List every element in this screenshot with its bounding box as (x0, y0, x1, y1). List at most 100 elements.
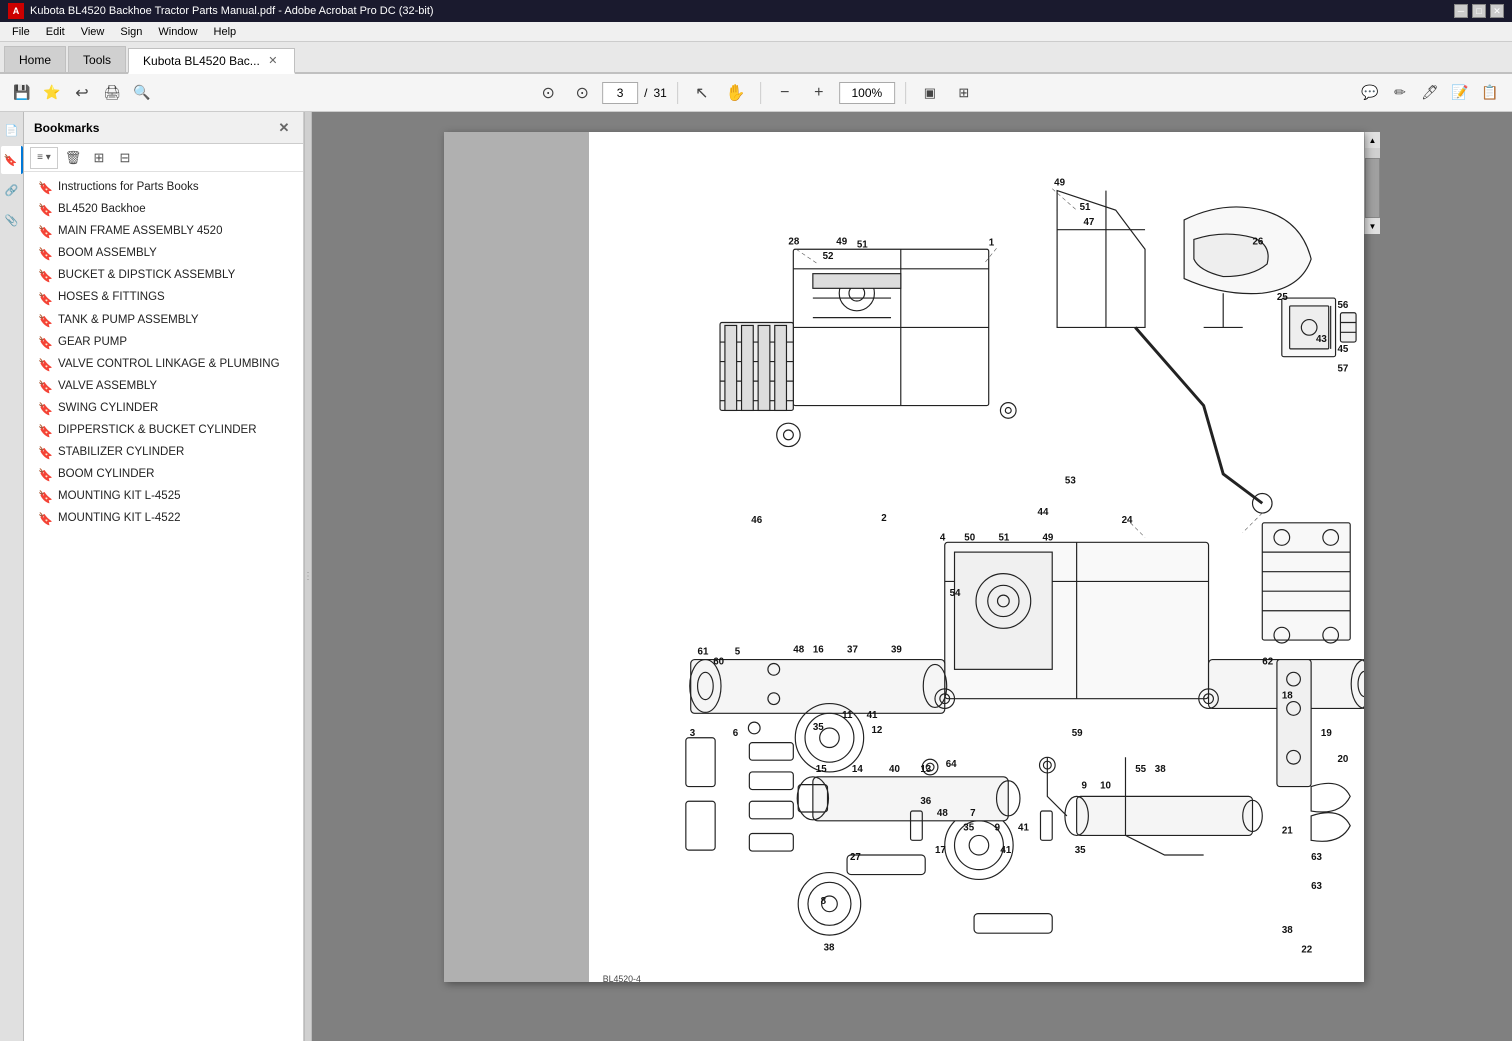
bookmark-item-bl4520[interactable]: 🔖 BL4520 Backhoe (24, 198, 303, 220)
bookmark-icon-mounting-4525: 🔖 (38, 489, 52, 503)
svg-text:4: 4 (940, 532, 946, 543)
save-button[interactable]: 💾 (8, 80, 36, 106)
bookmark-item-boom[interactable]: 🔖 BOOM ASSEMBLY (24, 242, 303, 264)
zoom-in-button[interactable]: + (805, 80, 833, 106)
svg-text:36: 36 (920, 796, 931, 807)
comment-button[interactable]: 💬 (1356, 80, 1384, 106)
panel-splitter[interactable]: ⋮ (304, 112, 312, 1041)
sticky-note-button[interactable]: 📝 (1446, 80, 1474, 106)
bookmark-item-hoses[interactable]: 🔖 HOSES & FITTINGS (24, 286, 303, 308)
svg-text:64: 64 (946, 759, 957, 770)
bookmark-item-valve[interactable]: 🔖 VALVE ASSEMBLY (24, 375, 303, 397)
bookmark-item-instructions[interactable]: 🔖 Instructions for Parts Books (24, 176, 303, 198)
tab-home[interactable]: Home (4, 46, 66, 72)
sidebar-icon-links[interactable]: 🔗 (1, 176, 23, 204)
right-scrollbar[interactable]: ▲ ▼ (1364, 132, 1380, 234)
two-page-view-button[interactable]: ⊞ (950, 80, 978, 106)
draw-button[interactable]: 🖊 (1416, 80, 1444, 106)
prev-page-button[interactable]: ⊙ (534, 80, 562, 106)
svg-text:54: 54 (950, 588, 961, 599)
bookmark-item-mounting-4525[interactable]: 🔖 MOUNTING KIT L-4525 (24, 485, 303, 507)
menu-file[interactable]: File (4, 24, 38, 40)
bookmark-item-boom-cylinder[interactable]: 🔖 BOOM CYLINDER (24, 463, 303, 485)
menu-bar: File Edit View Sign Window Help (0, 22, 1512, 42)
back-button[interactable]: ↩ (68, 80, 96, 106)
scrollbar-up-button[interactable]: ▲ (1365, 132, 1380, 148)
menu-help[interactable]: Help (206, 24, 245, 40)
svg-text:18: 18 (1282, 691, 1293, 702)
svg-text:35: 35 (963, 823, 974, 834)
svg-text:53: 53 (1065, 476, 1076, 487)
bookmark-item-valve-control[interactable]: 🔖 VALVE CONTROL LINKAGE & PLUMBING (24, 353, 303, 375)
minimize-button[interactable]: ─ (1454, 4, 1468, 18)
bookmark-label-hoses: HOSES & FITTINGS (58, 289, 293, 305)
bookmark-item-gear[interactable]: 🔖 GEAR PUMP (24, 331, 303, 353)
app-icon: A (8, 3, 24, 19)
bookmarks-delete-button[interactable]: 🗑 (62, 147, 84, 169)
print-button[interactable]: 🖨 (98, 80, 126, 106)
sidebar-icon-pages[interactable]: 📄 (1, 116, 23, 144)
highlight-button[interactable]: ✏ (1386, 80, 1414, 106)
menu-edit[interactable]: Edit (38, 24, 73, 40)
sidebar-icon-bookmarks[interactable]: 🔖 (1, 146, 23, 174)
bookmark-label-mainframe: MAIN FRAME ASSEMBLY 4520 (58, 223, 293, 239)
svg-text:BL4520-4: BL4520-4 (603, 974, 641, 982)
bookmark-item-swing[interactable]: 🔖 SWING CYLINDER (24, 397, 303, 419)
bookmarks-close-button[interactable]: ✕ (275, 119, 293, 137)
pdf-area[interactable]: 28 49 51 52 49 51 47 1 26 25 56 43 45 (312, 112, 1512, 1041)
select-tool-button[interactable]: ↖ (688, 80, 716, 106)
bookmarks-header: Bookmarks ✕ (24, 112, 303, 144)
svg-text:21: 21 (1282, 825, 1293, 836)
single-page-view-button[interactable]: ▣ (916, 80, 944, 106)
bookmark-item-tank[interactable]: 🔖 TANK & PUMP ASSEMBLY (24, 309, 303, 331)
bookmarks-collapse-button[interactable]: ⊟ (114, 147, 136, 169)
bookmark-icon-swing: 🔖 (38, 401, 52, 415)
svg-text:15: 15 (816, 764, 827, 775)
zoom-out-button[interactable]: − (771, 80, 799, 106)
bookmark-label-valve: VALVE ASSEMBLY (58, 378, 293, 394)
tab-tools[interactable]: Tools (68, 46, 126, 72)
bookmark-label-mounting-4522: MOUNTING KIT L-4522 (58, 510, 293, 526)
bookmarks-expand-button[interactable]: ⊞ (88, 147, 110, 169)
scrollbar-thumb[interactable] (1365, 158, 1380, 218)
maximize-button[interactable]: □ (1472, 4, 1486, 18)
next-page-button[interactable]: ⊙ (568, 80, 596, 106)
svg-text:13: 13 (920, 764, 931, 775)
sidebar-icon-tools[interactable]: 📎 (1, 206, 23, 234)
svg-text:5: 5 (735, 647, 741, 658)
tab-document[interactable]: Kubota BL4520 Bac... ✕ (128, 48, 295, 74)
page-input[interactable]: 3 (602, 82, 638, 104)
bookmark-icon-dipperstick: 🔖 (38, 423, 52, 437)
close-window-button[interactable]: ✕ (1490, 4, 1504, 18)
bookmark-item-mounting-4522[interactable]: 🔖 MOUNTING KIT L-4522 (24, 507, 303, 529)
svg-text:9: 9 (1082, 781, 1088, 792)
hand-tool-button[interactable]: ✋ (722, 80, 750, 106)
bookmark-item-mainframe[interactable]: 🔖 MAIN FRAME ASSEMBLY 4520 (24, 220, 303, 242)
bookmark-item-bucket[interactable]: 🔖 BUCKET & DIPSTICK ASSEMBLY (24, 264, 303, 286)
svg-text:51: 51 (1080, 202, 1091, 213)
svg-text:48: 48 (937, 808, 948, 819)
bookmark-item-dipperstick[interactable]: 🔖 DIPPERSTICK & BUCKET CYLINDER (24, 419, 303, 441)
menu-window[interactable]: Window (150, 24, 205, 40)
svg-text:38: 38 (1282, 925, 1293, 936)
tab-tools-label: Tools (83, 53, 111, 67)
scrollbar-track[interactable] (1365, 148, 1380, 218)
bookmark-label-swing: SWING CYLINDER (58, 400, 293, 416)
svg-text:22: 22 (1301, 945, 1312, 956)
bookmark-icon-bucket: 🔖 (38, 268, 52, 282)
bookmarks-panel: Bookmarks ✕ ≡ ▾ 🗑 ⊞ ⊟ 🔖 Instructions for… (24, 112, 304, 1041)
bookmarks-title: Bookmarks (34, 121, 275, 135)
bookmarks-menu-button[interactable]: ≡ ▾ (30, 147, 58, 169)
bookmark-label-gear: GEAR PUMP (58, 334, 293, 350)
search-button[interactable]: 🔍 (128, 80, 156, 106)
bookmark-button[interactable]: ⭐ (38, 80, 66, 106)
tab-close-button[interactable]: ✕ (266, 54, 280, 68)
bookmark-item-stabilizer[interactable]: 🔖 STABILIZER CYLINDER (24, 441, 303, 463)
scrollbar-down-button[interactable]: ▼ (1365, 218, 1380, 234)
menu-sign[interactable]: Sign (112, 24, 150, 40)
stamp-button[interactable]: 📋 (1476, 80, 1504, 106)
menu-view[interactable]: View (73, 24, 113, 40)
total-pages: 31 (653, 86, 666, 100)
zoom-input[interactable]: 100% (839, 82, 895, 104)
bookmark-icon-gear: 🔖 (38, 335, 52, 349)
